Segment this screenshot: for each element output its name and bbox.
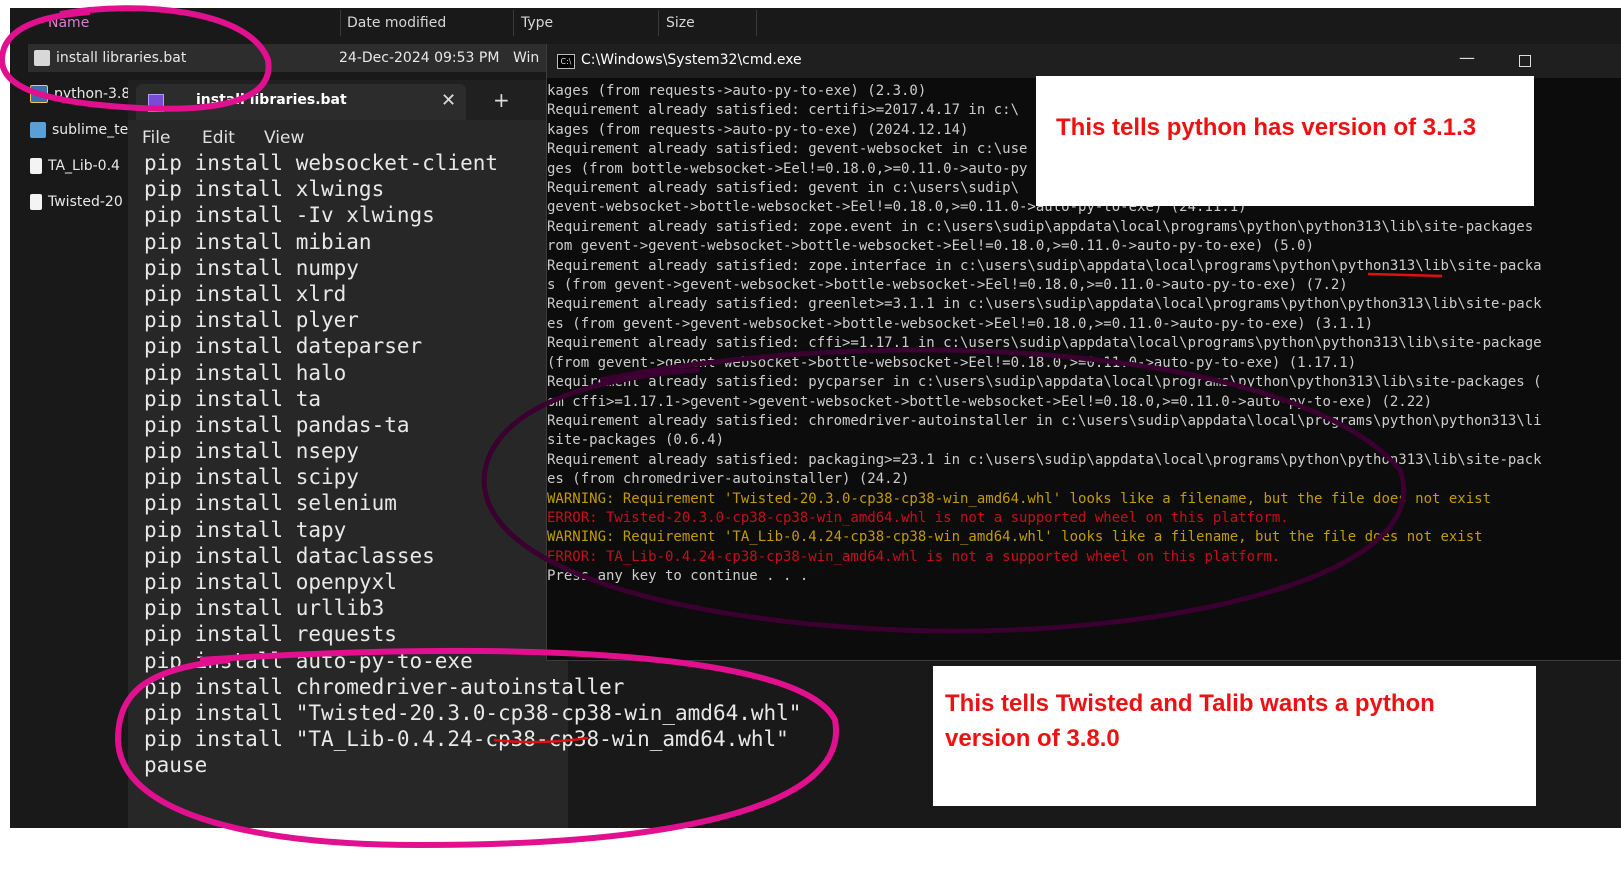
- minimize-icon[interactable]: —: [1459, 48, 1475, 67]
- column-divider[interactable]: [658, 10, 659, 36]
- cmd-output-line: Requirement already satisfied: cffi>=1.1…: [547, 335, 1542, 352]
- file-list-header: Name Date modified Type Size: [10, 8, 790, 36]
- column-divider[interactable]: [756, 10, 757, 36]
- annotation-required-version: This tells Twisted and Talib wants a pyt…: [933, 666, 1536, 806]
- maximize-icon[interactable]: [1519, 55, 1531, 67]
- file-row-install-libraries[interactable]: install libraries.bat 24-Dec-2024 09:53 …: [28, 44, 568, 72]
- cmd-output-line: WARNING: Requirement 'TA_Lib-0.4.24-cp38…: [547, 529, 1483, 546]
- file-row-sublime[interactable]: sublime_te: [30, 116, 128, 144]
- column-header-type[interactable]: Type: [521, 13, 553, 33]
- menu-edit[interactable]: Edit: [202, 128, 235, 148]
- file-name: sublime_te: [52, 122, 129, 138]
- file-date: 24-Dec-2024 09:53 PM: [339, 50, 500, 66]
- notepad-tab[interactable]: install libraries.bat ✕: [136, 84, 466, 120]
- cmd-output-line: es (from gevent->gevent-websocket->bottl…: [547, 315, 1374, 332]
- notepad-line: pip install chromedriver-autoinstaller: [144, 674, 625, 699]
- new-tab-button[interactable]: +: [493, 88, 510, 112]
- cmd-output-line: es (from chromedriver-autoinstaller) (24…: [547, 471, 910, 488]
- python-installer-icon: [30, 85, 48, 103]
- column-header-name[interactable]: Name: [48, 13, 89, 33]
- cmd-output-line: om cffi>=1.17.1->gevent->gevent-websocke…: [547, 393, 1433, 410]
- notepad-line: pip install "TA_Lib-0.4.24-cp38-cp38-win…: [144, 727, 789, 752]
- file-type: Win: [513, 50, 540, 66]
- cmd-icon: C:\: [557, 54, 575, 69]
- file-name: install libraries.bat: [56, 50, 187, 66]
- file-icon: [30, 158, 42, 174]
- cmd-output-line: (from gevent->gevent-websocket->bottle-w…: [547, 354, 1357, 371]
- cmd-output-line: Requirement already satisfied: packaging…: [547, 451, 1542, 468]
- annotation-text: This tells Twisted and Talib wants a pyt…: [945, 690, 1435, 752]
- notepad-tab-title: install libraries.bat: [196, 92, 347, 108]
- notepad-line: pip install "Twisted-20.3.0-cp38-cp38-wi…: [144, 700, 802, 725]
- sublime-icon: [30, 122, 46, 138]
- file-row-python[interactable]: python-3.8: [30, 80, 130, 108]
- column-divider[interactable]: [340, 10, 341, 36]
- annotation-text: This tells python has version of 3.1.3: [1056, 114, 1477, 141]
- cmd-output-line: Requirement already satisfied: chromedri…: [547, 412, 1542, 429]
- cmd-output-line: ERROR: TA_Lib-0.4.24-cp38-cp38-win_amd64…: [547, 548, 1281, 565]
- cmd-output-line: rom gevent->gevent-websocket->bottle-web…: [547, 238, 1315, 255]
- file-name: Twisted-20: [48, 194, 123, 210]
- column-header-size[interactable]: Size: [666, 13, 695, 33]
- cmd-output-line: s (from gevent->gevent-websocket->bottle…: [547, 277, 1348, 294]
- notepad-icon: [148, 94, 164, 112]
- column-divider[interactable]: [513, 10, 514, 36]
- file-icon: [30, 194, 42, 210]
- notepad-window: install libraries.bat ✕ + File Edit View…: [128, 80, 801, 828]
- file-row-twisted[interactable]: Twisted-20: [30, 188, 123, 216]
- annotation-python-version: This tells python has version of 3.1.3: [1036, 76, 1534, 206]
- file-name: TA_Lib-0.4: [48, 158, 120, 174]
- cmd-output-line: site-packages (0.6.4): [547, 432, 725, 449]
- cmd-output-line: WARNING: Requirement 'Twisted-20.3.0-cp3…: [547, 490, 1492, 507]
- menu-view[interactable]: View: [264, 128, 304, 148]
- cmd-title-bar[interactable]: C:\ C:\Windows\System32\cmd.exe —: [547, 44, 1621, 78]
- cmd-output-line: Press any key to continue . . .: [547, 568, 809, 585]
- cmd-output-line: ERROR: Twisted-20.3.0-cp38-cp38-win_amd6…: [547, 509, 1289, 526]
- menu-file[interactable]: File: [142, 128, 170, 148]
- notepad-tab-bar: install libraries.bat ✕ +: [128, 80, 568, 120]
- close-tab-icon[interactable]: ✕: [441, 90, 456, 111]
- cmd-output-line: Requirement already satisfied: zope.even…: [547, 218, 1534, 235]
- cmd-title: C:\Windows\System32\cmd.exe: [581, 52, 802, 68]
- bat-file-icon: [34, 50, 50, 66]
- column-header-date-modified[interactable]: Date modified: [347, 13, 446, 33]
- cmd-output-line: Requirement already satisfied: greenlet>…: [547, 296, 1542, 313]
- file-row-talib[interactable]: TA_Lib-0.4: [30, 152, 120, 180]
- notepad-line: pause: [144, 753, 208, 778]
- file-name: python-3.8: [54, 86, 131, 102]
- cmd-output-line: Requirement already satisfied: zope.inte…: [547, 257, 1542, 274]
- cmd-output-line: Requirement already satisfied: pycparser…: [547, 374, 1542, 391]
